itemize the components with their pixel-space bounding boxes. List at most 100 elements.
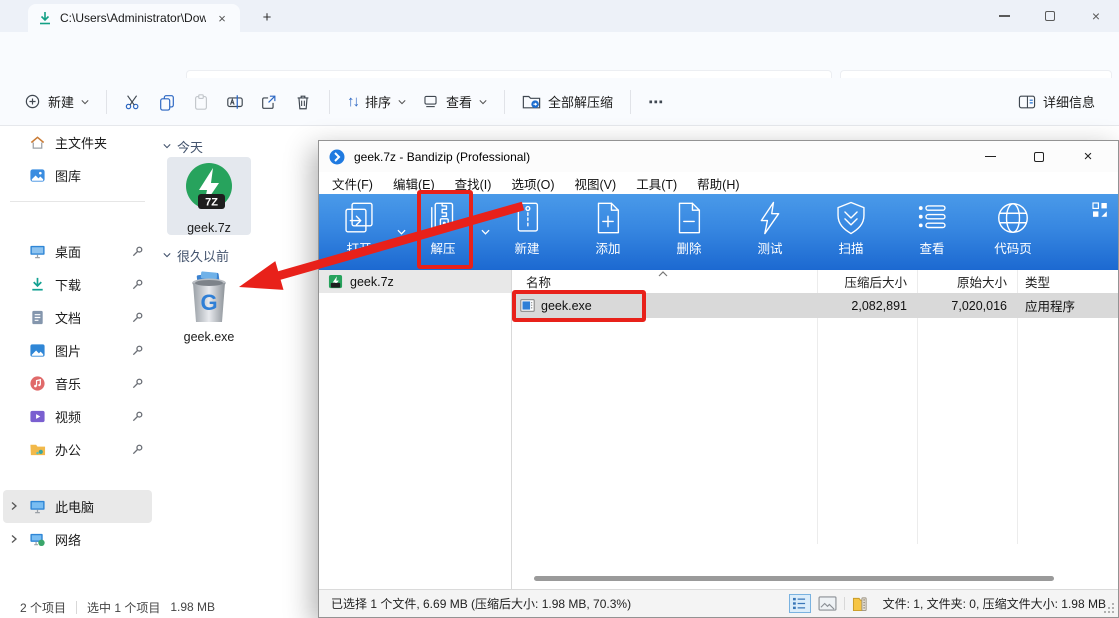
group-header-today[interactable]: 今天 [155, 135, 318, 157]
close-button[interactable]: × [1073, 1, 1119, 31]
toolbar-button-label: 查看 [919, 238, 944, 257]
bandizip-title-bar[interactable]: geek.7z - Bandizip (Professional) × [319, 141, 1118, 172]
sidebar-item-downloads[interactable]: 下载 [3, 268, 152, 301]
file-geek-7z[interactable]: 7Z geek.7z [167, 157, 251, 235]
tree-item-geek-7z[interactable]: geek.7z [319, 270, 511, 293]
toolbar-button-label: 测试 [757, 238, 782, 257]
sort-button-label: 排序 [365, 92, 391, 111]
column-header-type[interactable]: 类型 [1017, 272, 1118, 291]
menu-view[interactable]: 视图(V) [575, 174, 617, 193]
divider [329, 90, 330, 114]
thumbnail-view-toggle[interactable] [818, 596, 837, 611]
chevron-down-icon [479, 98, 487, 106]
details-pane-button[interactable]: 详细信息 [1010, 86, 1103, 117]
menu-find[interactable]: 查找(I) [455, 174, 492, 193]
toolbar-button-label: 打开 [346, 238, 371, 257]
minimize-button[interactable] [981, 1, 1027, 31]
pin-icon [131, 377, 144, 390]
file-geek-exe[interactable]: G geek.exe [167, 266, 251, 344]
divider [844, 597, 845, 610]
sidebar-item-label: 音乐 [55, 374, 81, 393]
open-archive-button[interactable]: 打开 [327, 196, 391, 268]
menu-file[interactable]: 文件(F) [332, 174, 373, 193]
view-file-button[interactable]: 查看 [900, 196, 964, 268]
chevron-down-icon [398, 98, 406, 106]
tab-close-button[interactable]: × [214, 10, 230, 26]
bandizip-maximize-button[interactable] [1019, 143, 1059, 171]
paste-icon [192, 93, 210, 111]
sort-ascending-icon [658, 271, 668, 277]
codepage-button[interactable]: 代码页 [981, 196, 1045, 268]
extract-button[interactable]: 解压 [411, 196, 475, 268]
svg-text:7Z: 7Z [205, 197, 218, 209]
new-button[interactable]: 新建 [16, 86, 97, 117]
documents-icon [29, 309, 46, 326]
archive-tree-panel: geek.7z [319, 270, 512, 589]
minimize-icon [985, 156, 996, 157]
toolbar-layout-icon[interactable] [1092, 202, 1108, 218]
group-header-long-ago[interactable]: 很久以前 [155, 244, 318, 266]
scan-archive-button[interactable]: 扫描 [819, 196, 883, 268]
menu-edit[interactable]: 编辑(E) [393, 174, 435, 193]
extract-dropdown-button[interactable] [475, 196, 495, 268]
bandizip-minimize-button[interactable] [970, 143, 1010, 171]
explorer-command-bar: 新建 ↑↓ 排序 查看 全部解压缩 ⋯ 详细信息 [0, 78, 1119, 126]
pin-icon [131, 443, 144, 456]
sidebar-item-desktop[interactable]: 桌面 [3, 235, 152, 268]
divider [106, 90, 107, 114]
explorer-tab[interactable]: C:\Users\Administrator\Downl × [28, 4, 240, 32]
extract-all-button[interactable]: 全部解压缩 [514, 86, 621, 117]
list-row-geek-exe[interactable]: geek.exe 2,082,891 7,020,016 应用程序 [512, 293, 1118, 318]
explorer-tab-bar: C:\Users\Administrator\Downl × + × [0, 0, 1119, 32]
share-button[interactable] [252, 87, 286, 117]
view-button[interactable]: 查看 [414, 86, 495, 117]
extract-folder-icon [522, 93, 541, 110]
sidebar-item-office[interactable]: 办公 [3, 433, 152, 466]
list-view-icon [913, 199, 951, 237]
menu-options[interactable]: 选项(O) [511, 174, 554, 193]
archive-file-list: 名称 压缩后大小 原始大小 类型 geek.exe 2,082,891 7,02… [512, 270, 1118, 589]
sidebar-item-gallery[interactable]: 图库 [3, 159, 152, 192]
sidebar-item-this-pc[interactable]: 此电脑 [3, 490, 152, 523]
maximize-button[interactable] [1027, 1, 1073, 31]
bandizip-menu-bar: 文件(F) 编辑(E) 查找(I) 选项(O) 视图(V) 工具(T) 帮助(H… [319, 172, 1118, 194]
new-tab-button[interactable]: + [256, 6, 278, 28]
pin-icon [131, 344, 144, 357]
open-folder-icon[interactable] [852, 596, 869, 612]
delete-button[interactable] [286, 87, 320, 117]
sidebar-item-label: 此电脑 [55, 497, 94, 516]
sidebar-item-documents[interactable]: 文档 [3, 301, 152, 334]
maximize-icon [1034, 152, 1044, 162]
cut-button[interactable] [116, 87, 150, 117]
delete-files-button[interactable]: 删除 [657, 196, 721, 268]
open-dropdown-button[interactable] [391, 196, 411, 268]
rename-button[interactable] [218, 87, 252, 117]
test-archive-button[interactable]: 测试 [738, 196, 802, 268]
sidebar-item-music[interactable]: 音乐 [3, 367, 152, 400]
new-archive-button[interactable]: 新建 [495, 196, 559, 268]
sidebar-item-home[interactable]: 主文件夹 [3, 126, 152, 159]
explorer-file-area: 今天 7Z geek.7z 很久以前 G [155, 126, 318, 596]
sidebar-item-videos[interactable]: 视频 [3, 400, 152, 433]
more-options-button[interactable]: ⋯ [640, 87, 671, 117]
sidebar-item-network[interactable]: 网络 [3, 523, 152, 556]
paste-button[interactable] [184, 87, 218, 117]
details-pane-label: 详细信息 [1043, 92, 1095, 111]
column-header-packed-size[interactable]: 压缩后大小 [817, 272, 917, 291]
copy-button[interactable] [150, 87, 184, 117]
menu-help[interactable]: 帮助(H) [697, 174, 739, 193]
sort-button[interactable]: ↑↓ 排序 [339, 86, 414, 117]
chevron-right-icon[interactable] [9, 534, 19, 544]
add-files-button[interactable]: 添加 [576, 196, 640, 268]
menu-tools[interactable]: 工具(T) [636, 174, 677, 193]
pictures-icon [29, 342, 46, 359]
bandizip-close-button[interactable]: × [1068, 143, 1108, 171]
resize-grip[interactable] [1103, 602, 1115, 614]
column-header-original-size[interactable]: 原始大小 [917, 272, 1017, 291]
chevron-right-icon[interactable] [9, 501, 19, 511]
sidebar-item-pictures[interactable]: 图片 [3, 334, 152, 367]
selection-summary: 已选择 1 个文件, 6.69 MB (压缩后大小: 1.98 MB, 70.3… [331, 595, 631, 612]
details-view-toggle[interactable] [789, 594, 811, 613]
chevron-down-icon [163, 142, 171, 150]
horizontal-scrollbar[interactable] [534, 576, 1054, 581]
